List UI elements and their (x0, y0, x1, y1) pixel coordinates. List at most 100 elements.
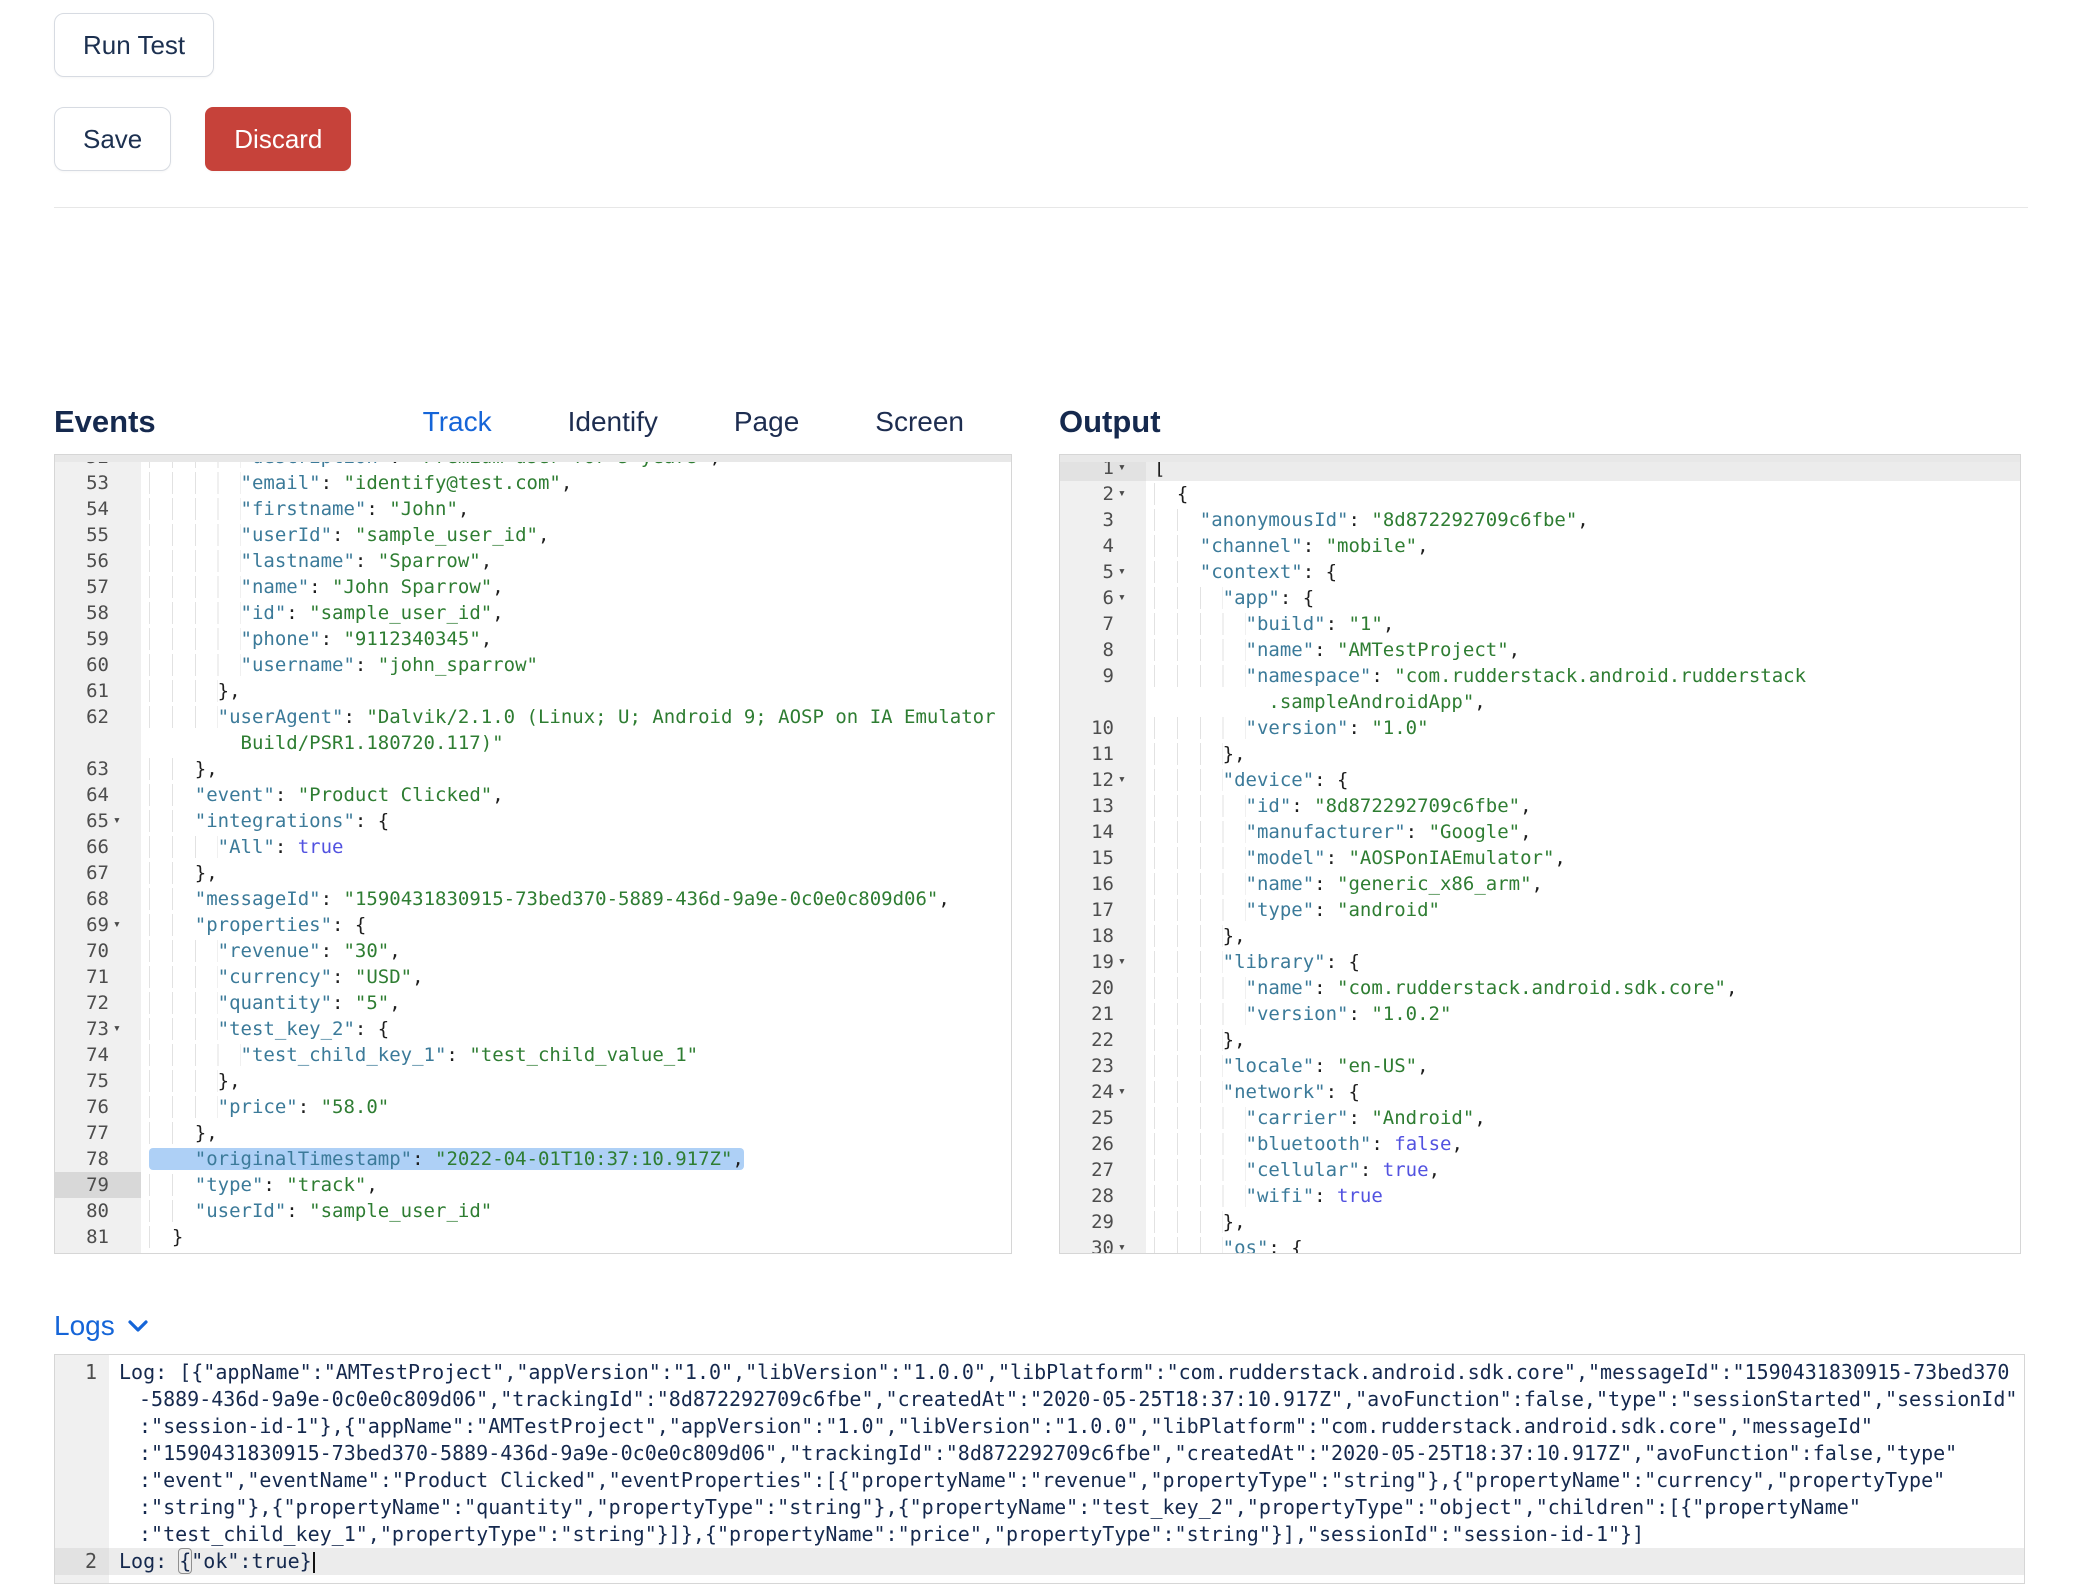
code-line[interactable]: 62 "userAgent": "Dalvik/2.1.0 (Linux; U;… (55, 704, 1011, 756)
code-text[interactable]: "model": "AOSPonIAEmulator", (1146, 845, 2020, 871)
code-line[interactable]: 54 "firstname": "John", (55, 496, 1011, 522)
code-text[interactable]: "email": "identify@test.com", (141, 470, 1011, 496)
tab-identify[interactable]: Identify (568, 406, 658, 438)
fold-arrow-icon[interactable]: ▾ (109, 912, 137, 938)
editor-gutter-cell[interactable]: 16 (1060, 871, 1146, 897)
code-line[interactable]: 65▾ "integrations": { (55, 808, 1011, 834)
code-line[interactable]: 23 "locale": "en-US", (1060, 1053, 2020, 1079)
editor-gutter-cell[interactable]: 17 (1060, 897, 1146, 923)
code-line[interactable]: 28 "wifi": true (1060, 1183, 2020, 1209)
editor-gutter-cell[interactable]: 81 (55, 1224, 141, 1250)
code-line[interactable]: 66 "All": true (55, 834, 1011, 860)
fold-arrow-icon[interactable]: ▾ (1114, 559, 1142, 585)
save-button[interactable]: Save (54, 107, 171, 171)
code-line[interactable]: 75 }, (55, 1068, 1011, 1094)
editor-gutter-cell[interactable]: 74 (55, 1042, 141, 1068)
code-text[interactable]: "messageId": "1590431830915-73bed370-588… (141, 886, 1011, 912)
editor-gutter-cell[interactable]: 22 (1060, 1027, 1146, 1053)
code-text[interactable]: "network": { (1146, 1079, 2020, 1105)
log-text[interactable]: Log: [{"appName":"AMTestProject","appVer… (109, 1359, 2024, 1548)
log-text[interactable]: Log: {"ok":true} (109, 1548, 2024, 1575)
code-line[interactable]: 55 "userId": "sample_user_id", (55, 522, 1011, 548)
code-text[interactable]: "bluetooth": false, (1146, 1131, 2020, 1157)
code-line[interactable]: 21 "version": "1.0.2" (1060, 1001, 2020, 1027)
editor-gutter-cell[interactable]: 65▾ (55, 808, 141, 834)
code-text[interactable]: }, (141, 1120, 1011, 1146)
code-text[interactable]: "anonymousId": "8d872292709c6fbe", (1146, 507, 2020, 533)
code-text[interactable]: }, (1146, 741, 2020, 767)
code-line[interactable]: 73▾ "test_key_2": { (55, 1016, 1011, 1042)
code-line[interactable]: 60 "username": "john_sparrow" (55, 652, 1011, 678)
code-line[interactable]: 15 "model": "AOSPonIAEmulator", (1060, 845, 2020, 871)
code-line[interactable]: 63 }, (55, 756, 1011, 782)
fold-arrow-icon[interactable]: ▾ (1114, 585, 1142, 611)
code-line[interactable]: 19▾ "library": { (1060, 949, 2020, 975)
code-text[interactable]: "os": { (1146, 1235, 2020, 1254)
editor-gutter-cell[interactable]: 30▾ (1060, 1235, 1146, 1254)
editor-gutter-cell[interactable]: 72 (55, 990, 141, 1016)
code-text[interactable]: "name": "John Sparrow", (141, 574, 1011, 600)
code-line[interactable]: 29 }, (1060, 1209, 2020, 1235)
code-line[interactable]: 18 }, (1060, 923, 2020, 949)
run-test-button[interactable]: Run Test (54, 13, 214, 77)
editor-gutter-cell[interactable]: 6▾ (1060, 585, 1146, 611)
code-text[interactable]: } (141, 1224, 1011, 1250)
code-line[interactable]: 7 "build": "1", (1060, 611, 2020, 637)
code-line[interactable]: 53 "email": "identify@test.com", (55, 470, 1011, 496)
editor-gutter-cell[interactable]: 14 (1060, 819, 1146, 845)
code-text[interactable]: "properties": { (141, 912, 1011, 938)
fold-arrow-icon[interactable]: ▾ (1114, 949, 1142, 975)
editor-gutter-cell[interactable]: 28 (1060, 1183, 1146, 1209)
code-line[interactable]: 14 "manufacturer": "Google", (1060, 819, 2020, 845)
editor-gutter-cell[interactable]: 57 (55, 574, 141, 600)
editor-gutter-cell[interactable]: 71 (55, 964, 141, 990)
fold-arrow-icon[interactable]: ▾ (1114, 1079, 1142, 1105)
code-text[interactable]: "userId": "sample_user_id" (141, 1198, 1011, 1224)
code-text[interactable]: }, (1146, 923, 2020, 949)
code-line[interactable]: 2▾ { (1060, 481, 2020, 507)
editor-gutter-cell[interactable]: 7 (1060, 611, 1146, 637)
code-text[interactable]: "name": "AMTestProject", (1146, 637, 2020, 663)
fold-arrow-icon[interactable]: ▾ (109, 1016, 137, 1042)
editor-gutter-cell[interactable]: 21 (1060, 1001, 1146, 1027)
code-text[interactable]: "namespace": "com.rudderstack.android.ru… (1146, 663, 2020, 715)
code-text[interactable]: "price": "58.0" (141, 1094, 1011, 1120)
editor-gutter-cell[interactable]: 27 (1060, 1157, 1146, 1183)
code-text[interactable]: "lastname": "Sparrow", (141, 548, 1011, 574)
code-line[interactable]: 20 "name": "com.rudderstack.android.sdk.… (1060, 975, 2020, 1001)
code-text[interactable]: "manufacturer": "Google", (1146, 819, 2020, 845)
editor-gutter-cell[interactable]: 53 (55, 470, 141, 496)
code-text[interactable]: "firstname": "John", (141, 496, 1011, 522)
code-text[interactable]: "wifi": true (1146, 1183, 2020, 1209)
code-line[interactable]: 12▾ "device": { (1060, 767, 2020, 793)
code-text[interactable]: "All": true (141, 834, 1011, 860)
code-line[interactable]: 71 "currency": "USD", (55, 964, 1011, 990)
tab-track[interactable]: Track (423, 406, 492, 438)
editor-gutter-cell[interactable]: 70 (55, 938, 141, 964)
editor-gutter-cell[interactable]: 78 (55, 1146, 141, 1172)
editor-gutter-cell[interactable]: 58 (55, 600, 141, 626)
editor-gutter-cell[interactable]: 62 (55, 704, 141, 756)
code-text[interactable]: }, (1146, 1027, 2020, 1053)
code-line[interactable]: 76 "price": "58.0" (55, 1094, 1011, 1120)
code-text[interactable]: "revenue": "30", (141, 938, 1011, 964)
editor-gutter-cell[interactable]: 10 (1060, 715, 1146, 741)
editor-gutter-cell[interactable]: 79 (55, 1172, 141, 1198)
code-line[interactable]: 68 "messageId": "1590431830915-73bed370-… (55, 886, 1011, 912)
code-line[interactable]: 74 "test_child_key_1": "test_child_value… (55, 1042, 1011, 1068)
code-text[interactable]: "carrier": "Android", (1146, 1105, 2020, 1131)
code-text[interactable]: "id": "sample_user_id", (141, 600, 1011, 626)
log-entry[interactable]: 2Log: {"ok":true} (55, 1548, 2024, 1575)
code-text[interactable]: "userId": "sample_user_id", (141, 522, 1011, 548)
code-line[interactable]: 78 "originalTimestamp": "2022-04-01T10:3… (55, 1146, 1011, 1172)
code-line[interactable]: 58 "id": "sample_user_id", (55, 600, 1011, 626)
code-line[interactable]: 82] (55, 1250, 1011, 1254)
editor-gutter-cell[interactable]: 73▾ (55, 1016, 141, 1042)
code-text[interactable]: ] (141, 1250, 1011, 1254)
code-line[interactable]: 30▾ "os": { (1060, 1235, 2020, 1254)
editor-gutter-cell[interactable]: 66 (55, 834, 141, 860)
code-text[interactable]: "library": { (1146, 949, 2020, 975)
editor-gutter-cell[interactable]: 59 (55, 626, 141, 652)
code-line[interactable]: 22 }, (1060, 1027, 2020, 1053)
code-text[interactable]: "locale": "en-US", (1146, 1053, 2020, 1079)
